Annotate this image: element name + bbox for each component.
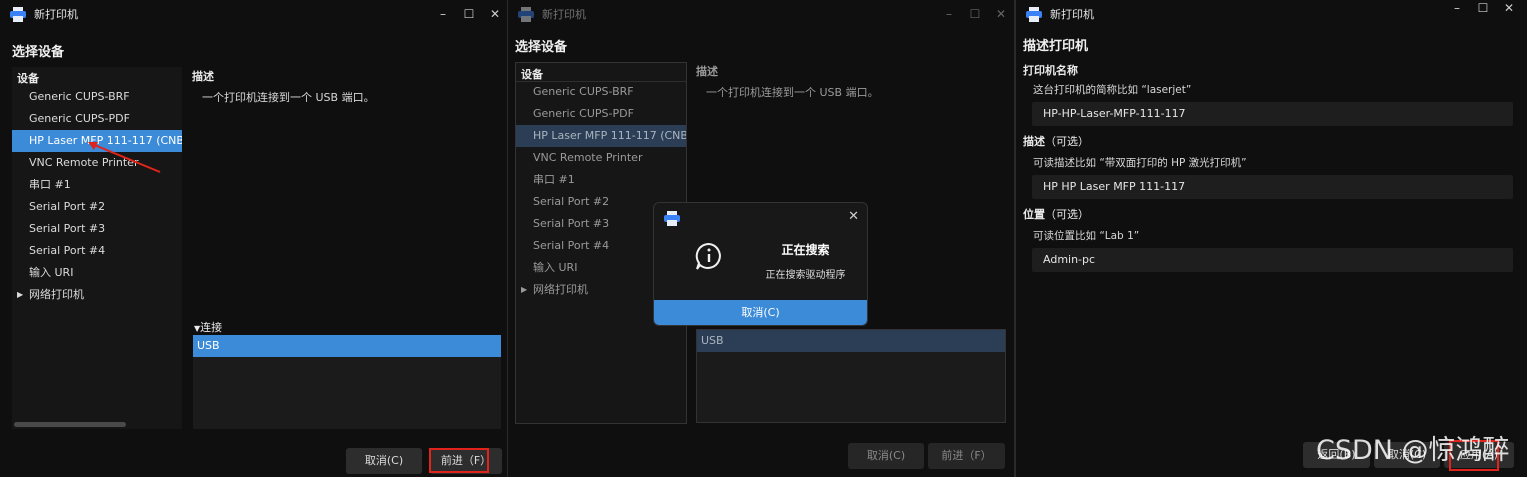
minimize-icon[interactable]: – — [936, 4, 962, 24]
device-item-selected[interactable]: HP Laser MFP 111-117 (CNB1T5L — [516, 125, 686, 147]
window-title: 新打印机 — [34, 8, 78, 21]
new-printer-window-2: 新打印机 – ☐ ✕ 选择设备 设备 Generic CUPS-BRF Gene… — [508, 0, 1014, 477]
cancel-button[interactable]: 取消(C) — [848, 443, 924, 469]
description-title: 描述 — [192, 70, 214, 83]
new-printer-window-3: 新打印机 – ☐ ✕ 描述打印机 打印机名称 这台打印机的简称比如 “laser… — [1016, 0, 1527, 477]
device-list-header: 设备 — [17, 72, 39, 85]
highlight-box — [429, 448, 489, 473]
page-heading: 选择设备 — [12, 45, 65, 60]
printer-name-input[interactable]: HP-HP-Laser-MFP-111-117 — [1032, 102, 1513, 126]
red-arrow-annotation — [88, 142, 161, 173]
maximize-icon[interactable]: ☐ — [1470, 0, 1496, 18]
window-title: 新打印机 — [542, 8, 586, 21]
device-list: 设备 Generic CUPS-BRF Generic CUPS-PDF HP … — [12, 67, 182, 429]
forward-button[interactable]: 前进（F） — [928, 443, 1005, 469]
page-heading: 选择设备 — [515, 40, 568, 55]
device-list-header: 设备 — [521, 68, 543, 81]
searching-dialog: ✕ 正在搜索 正在搜索驱动程序 取消(C) — [653, 202, 868, 326]
description-label: 描述（可选） — [1023, 135, 1089, 148]
description-input[interactable]: HP HP Laser MFP 111-117 — [1032, 175, 1513, 199]
device-item[interactable]: Serial Port #3 — [12, 218, 182, 240]
close-icon[interactable]: ✕ — [848, 209, 859, 224]
close-icon[interactable]: ✕ — [988, 4, 1014, 24]
cancel-button[interactable]: 取消(C) — [346, 448, 422, 474]
watermark: CSDN @惊鸿醉 — [1316, 435, 1510, 466]
location-label: 位置（可选） — [1023, 208, 1089, 221]
horizontal-scrollbar[interactable] — [14, 422, 126, 427]
description-title: 描述 — [696, 65, 718, 78]
dialog-cancel-button[interactable]: 取消(C) — [654, 300, 867, 325]
location-input[interactable]: Admin-pc — [1032, 248, 1513, 272]
titlebar: 新打印机 – ☐ ✕ — [1016, 0, 1527, 28]
close-icon[interactable]: ✕ — [1496, 0, 1522, 18]
titlebar: 新打印机 – ☐ ✕ — [508, 0, 1014, 28]
connection-toggle[interactable]: ▼连接 — [194, 319, 222, 335]
connection-list: USB — [696, 329, 1006, 423]
description-text: 一个打印机连接到一个 USB 端口。 — [202, 91, 375, 104]
minimize-icon[interactable]: – — [1444, 0, 1470, 18]
window-title: 新打印机 — [1050, 8, 1094, 21]
device-item[interactable]: Generic CUPS-PDF — [516, 103, 686, 125]
device-item-network[interactable]: ▶ 网络打印机 — [12, 284, 182, 306]
description-text: 一个打印机连接到一个 USB 端口。 — [706, 86, 879, 99]
printer-icon — [664, 211, 680, 226]
printer-icon — [10, 6, 26, 22]
device-item[interactable]: Generic CUPS-BRF — [516, 81, 686, 103]
printer-icon — [1026, 6, 1042, 22]
minimize-icon[interactable]: – — [430, 4, 456, 24]
device-item[interactable]: VNC Remote Printer — [516, 147, 686, 169]
new-printer-window-1: 新打印机 – ☐ ✕ 选择设备 设备 Generic CUPS-BRF Gene… — [0, 0, 507, 477]
description-hint: 可读描述比如 “带双面打印的 HP 激光打印机” — [1033, 157, 1247, 169]
printer-name-hint: 这台打印机的简称比如 “laserjet” — [1033, 84, 1192, 96]
connection-item-usb[interactable]: USB — [697, 330, 1005, 352]
connection-list: USB — [193, 335, 501, 429]
device-item[interactable]: Generic CUPS-PDF — [12, 108, 182, 130]
dialog-subtitle: 正在搜索驱动程序 — [765, 270, 846, 281]
device-item[interactable]: Serial Port #4 — [12, 240, 182, 262]
device-item[interactable]: 输入 URI — [12, 262, 182, 284]
dialog-title: 正在搜索 — [781, 243, 830, 257]
device-item[interactable]: Serial Port #2 — [12, 196, 182, 218]
titlebar: 新打印机 – ☐ ✕ — [0, 0, 507, 28]
device-item[interactable]: 串口 #1 — [516, 169, 686, 191]
device-item[interactable]: Generic CUPS-BRF — [12, 86, 182, 108]
close-icon[interactable]: ✕ — [482, 4, 507, 24]
printer-icon — [518, 6, 534, 22]
maximize-icon[interactable]: ☐ — [456, 4, 482, 24]
maximize-icon[interactable]: ☐ — [962, 4, 988, 24]
expand-arrow-icon[interactable]: ▶ — [17, 284, 23, 306]
connection-item-usb[interactable]: USB — [193, 335, 501, 357]
page-heading: 描述打印机 — [1023, 39, 1089, 54]
printer-name-label: 打印机名称 — [1023, 64, 1078, 77]
expand-arrow-icon[interactable]: ▶ — [521, 279, 527, 301]
location-hint: 可读位置比如 “Lab 1” — [1033, 230, 1140, 242]
